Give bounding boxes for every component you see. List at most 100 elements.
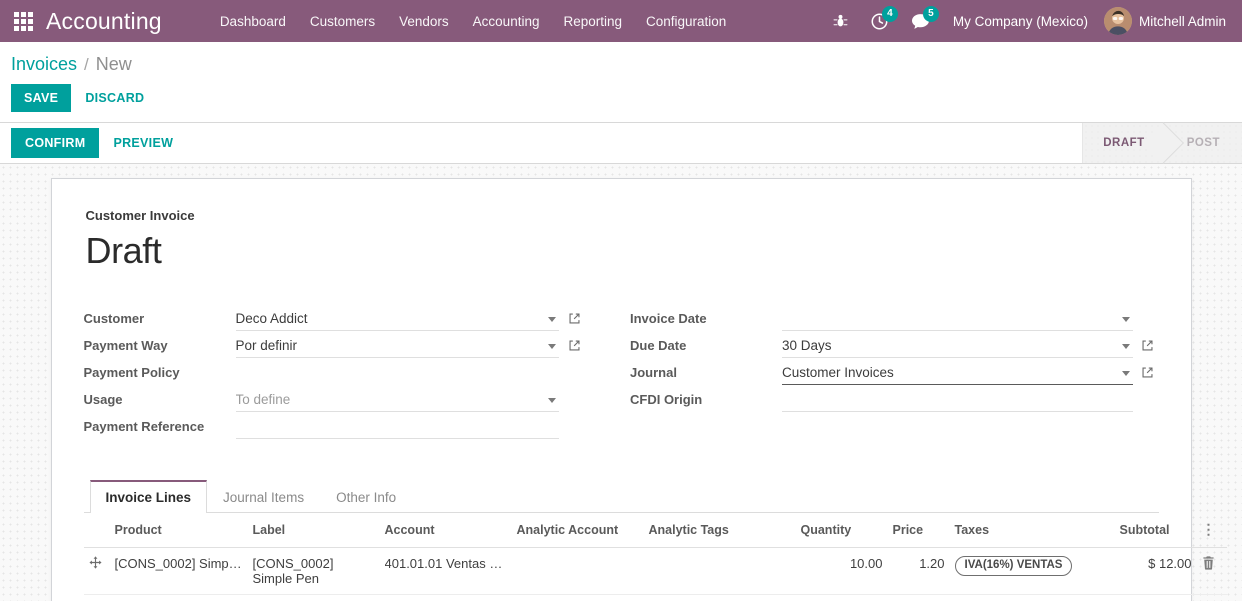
value-usage: To define (235, 392, 291, 408)
open-journal-external-link-icon[interactable] (1137, 366, 1159, 379)
cell-analytic-account[interactable] (511, 547, 644, 596)
apps-grid-icon[interactable] (0, 0, 46, 42)
breadcrumb-item-invoices[interactable]: Invoices (11, 54, 77, 75)
input-due-date[interactable]: 30 Days (782, 333, 1133, 359)
row-drag-handle[interactable] (83, 547, 110, 596)
th-handle (83, 513, 110, 549)
messaging-count-badge: 5 (922, 6, 939, 22)
value-quantity: 10.00 (849, 556, 883, 572)
value-subtotal: $ 12.00 (1148, 556, 1192, 572)
table-header-row: Product Label Account Analytic Account A… (83, 513, 1227, 549)
input-payment-way[interactable]: Por definir (235, 333, 559, 359)
cell-account[interactable]: 401.01.01 Ventas y… (379, 547, 512, 596)
input-journal[interactable]: Customer Invoices (782, 360, 1133, 386)
open-payment-way-external-link-icon[interactable] (563, 339, 585, 352)
field-row-customer: Customer Deco Addict (84, 305, 586, 332)
tax-badge: IVA(16%) VENTAS (954, 556, 1073, 577)
confirm-button[interactable]: CONFIRM (11, 128, 100, 158)
open-due-date-external-link-icon[interactable] (1137, 339, 1159, 352)
preview-button[interactable]: PREVIEW (99, 130, 187, 156)
menu-item-configuration[interactable]: Configuration (634, 2, 738, 41)
activity-clock-icon[interactable]: 4 (859, 0, 900, 42)
label-usage: Usage (83, 392, 123, 408)
value-product: [CONS_0002] Simpl… (114, 556, 243, 572)
field-row-payment-policy: Payment Policy (84, 359, 586, 386)
statusbar-row: CONFIRM PREVIEW DRAFT POST (0, 123, 1242, 164)
field-row-payment-way: Payment Way Por definir (84, 332, 586, 359)
vertical-dots-icon[interactable]: ⋮ (1202, 521, 1217, 537)
chevron-down-icon[interactable] (1121, 317, 1130, 323)
label-payment-way: Payment Way (83, 338, 168, 354)
notebook: Invoice Lines Journal Items Other Info P… (83, 480, 1227, 601)
form-groups: Customer Deco Addict Payment Way Por def… (84, 305, 1159, 440)
value-due-date: 30 Days (782, 338, 832, 354)
user-menu[interactable]: Mitchell Admin (1100, 7, 1234, 35)
cell-label[interactable]: [CONS_0002] Simple Pen (247, 547, 380, 596)
chevron-down-icon[interactable] (548, 398, 556, 404)
top-navbar: Accounting Dashboard Customers Vendors A… (0, 0, 1242, 42)
stage-draft[interactable]: DRAFT (1083, 123, 1167, 163)
label-cfdi-origin: CFDI Origin (630, 392, 703, 408)
save-button[interactable]: SAVE (11, 84, 72, 112)
tab-other-info[interactable]: Other Info (320, 480, 412, 513)
th-product: Product (109, 513, 248, 549)
cell-delete[interactable] (1196, 547, 1227, 596)
th-taxes: Taxes (949, 513, 1115, 549)
cell-quantity[interactable]: 10.00 (795, 547, 888, 596)
tab-journal-items[interactable]: Journal Items (207, 480, 320, 513)
th-price: Price (887, 513, 950, 549)
menu-item-vendors[interactable]: Vendors (387, 2, 461, 41)
invoice-sheet: Customer Invoice Draft Customer Deco Add… (50, 178, 1227, 601)
input-cfdi-origin[interactable] (782, 387, 1133, 413)
menu-item-customers[interactable]: Customers (298, 2, 387, 41)
value-payment-way: Por definir (235, 338, 298, 354)
th-quantity: Quantity (795, 513, 888, 549)
input-payment-reference[interactable] (235, 414, 559, 440)
menu-item-reporting[interactable]: Reporting (551, 2, 634, 41)
label-payment-policy: Payment Policy (83, 365, 180, 381)
invoice-lines-table: Product Label Account Analytic Account A… (83, 513, 1227, 601)
chevron-down-icon[interactable] (1121, 344, 1130, 350)
chevron-down-icon[interactable] (548, 317, 556, 323)
bug-icon[interactable] (822, 0, 859, 42)
user-avatar (1103, 7, 1132, 35)
document-type-label: Customer Invoice (85, 208, 195, 223)
value-label: [CONS_0002] Simple Pen (252, 556, 334, 587)
breadcrumb-separator: / (84, 55, 89, 74)
th-options: ⋮ (1196, 513, 1227, 549)
statusbar-buttons: CONFIRM PREVIEW (0, 123, 1082, 163)
open-customer-external-link-icon[interactable] (563, 312, 585, 325)
control-panel: Invoices / New SAVE DISCARD (0, 42, 1242, 123)
input-invoice-date[interactable] (782, 306, 1133, 332)
field-row-invoice-date: Invoice Date (630, 305, 1159, 332)
form-background: Customer Invoice Draft Customer Deco Add… (0, 164, 1242, 601)
cell-analytic-tags[interactable] (643, 547, 796, 596)
table-row[interactable]: [CONS_0002] Simpl… [CONS_0002] Simple Pe… (83, 547, 1227, 596)
cell-product[interactable]: [CONS_0002] Simpl… (109, 547, 248, 596)
drag-handle-icon[interactable] (88, 554, 102, 572)
cell-taxes[interactable]: IVA(16%) VENTAS (949, 547, 1115, 596)
value-price: 1.20 (919, 556, 945, 572)
menu-item-accounting[interactable]: Accounting (461, 2, 552, 41)
field-row-cfdi-origin: CFDI Origin (630, 386, 1159, 413)
menu-item-dashboard[interactable]: Dashboard (208, 2, 298, 41)
label-due-date: Due Date (630, 338, 687, 354)
user-name-label: Mitchell Admin (1138, 13, 1226, 29)
chat-bubble-icon[interactable]: 5 (900, 0, 941, 42)
discard-button[interactable]: DISCARD (71, 85, 158, 111)
cell-price[interactable]: 1.20 (887, 547, 950, 596)
chevron-down-icon[interactable] (548, 344, 556, 350)
th-subtotal: Subtotal (1114, 513, 1197, 549)
tab-invoice-lines[interactable]: Invoice Lines (89, 480, 208, 514)
trash-icon[interactable] (1202, 556, 1215, 573)
company-switcher[interactable]: My Company (Mexico) (941, 14, 1100, 29)
label-customer: Customer (83, 311, 145, 327)
input-customer[interactable]: Deco Addict (235, 306, 559, 332)
form-group-left: Customer Deco Addict Payment Way Por def… (84, 305, 622, 440)
input-usage[interactable]: To define (235, 387, 559, 413)
chevron-down-icon[interactable] (1121, 371, 1130, 377)
stage-statusbar: DRAFT POST (1082, 123, 1242, 163)
add-controls-cell: Add a line Add a section Add a note (83, 594, 1227, 601)
input-payment-policy (236, 360, 560, 385)
field-row-usage: Usage To define (84, 386, 586, 413)
